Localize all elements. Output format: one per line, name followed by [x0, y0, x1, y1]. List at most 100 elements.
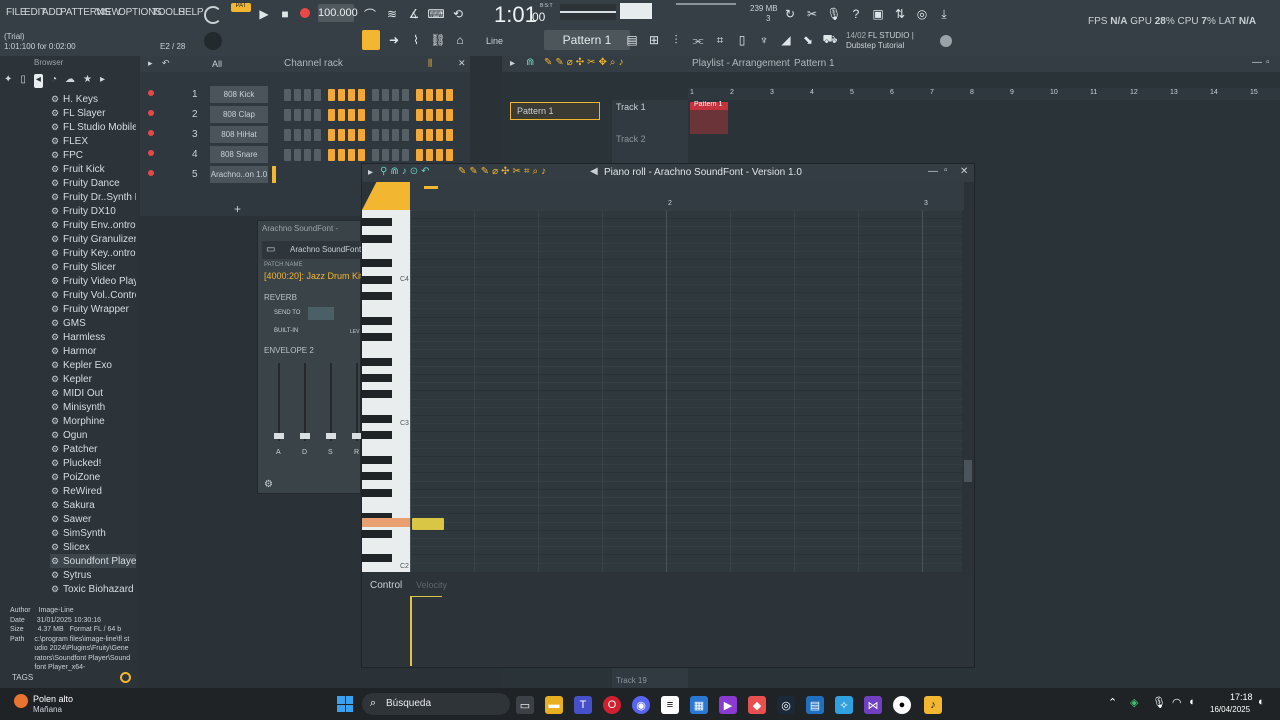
- browser-item[interactable]: ⚙Fruity Dr..Synth Live: [50, 190, 136, 204]
- step-button[interactable]: [294, 129, 301, 141]
- step-button[interactable]: [358, 109, 365, 121]
- browser-item[interactable]: ⚙ Plucked!: [50, 456, 136, 470]
- channel-rack-view-icon[interactable]: ▤: [622, 30, 642, 50]
- step-button[interactable]: [426, 89, 433, 101]
- stop-icon[interactable]: ■: [275, 4, 295, 24]
- channel-number[interactable]: 4: [192, 149, 198, 160]
- track-1[interactable]: Track 1: [616, 102, 646, 112]
- step-button[interactable]: [416, 89, 423, 101]
- browser-item[interactable]: ⚙ Ogun: [50, 428, 136, 442]
- save-icon[interactable]: ▣: [868, 4, 888, 24]
- step-button[interactable]: [348, 129, 355, 141]
- mute-led-icon[interactable]: [148, 170, 154, 176]
- close-icon[interactable]: ✕: [458, 58, 466, 69]
- snap-mode[interactable]: Line: [486, 36, 503, 46]
- browser-view-icon[interactable]: ⫘: [688, 30, 708, 50]
- built-in-label[interactable]: BUILT-IN: [274, 328, 298, 334]
- mute-led-icon[interactable]: [148, 130, 154, 136]
- task-view-icon[interactable]: ▭: [516, 696, 534, 714]
- browser-item[interactable]: ⚙ Minisynth: [50, 400, 136, 414]
- adsr-slider-track[interactable]: [304, 363, 306, 441]
- step-button[interactable]: [304, 129, 311, 141]
- restore-icon[interactable]: ▫: [1266, 57, 1270, 68]
- playlist-view-icon[interactable]: [362, 30, 380, 50]
- loop-record-icon[interactable]: ⟲: [448, 4, 468, 24]
- step-button[interactable]: [304, 89, 311, 101]
- step-button[interactable]: [328, 109, 335, 121]
- browser-item[interactable]: ⚙Fruity Key..ontroller: [50, 246, 136, 260]
- channel-number[interactable]: 3: [192, 129, 198, 140]
- master-volume-knob[interactable]: [204, 32, 222, 50]
- step-button[interactable]: [328, 149, 335, 161]
- channel-name-button[interactable]: 808 Clap: [210, 106, 268, 123]
- menu-arrow-icon[interactable]: ▸: [510, 58, 515, 69]
- vertical-scrollbar[interactable]: [962, 210, 974, 572]
- speaker-icon[interactable]: ◀: [590, 166, 598, 177]
- windows-start-icon[interactable]: [337, 696, 353, 712]
- track-19[interactable]: Track 19: [616, 676, 647, 685]
- fl-studio-icon[interactable]: ♪: [924, 696, 942, 714]
- close-icon[interactable]: ✕: [960, 166, 968, 177]
- tree-view-icon[interactable]: ⌗: [710, 30, 730, 50]
- black-key[interactable]: [362, 316, 392, 325]
- step-button[interactable]: [314, 89, 321, 101]
- black-key[interactable]: [362, 472, 392, 481]
- step-button[interactable]: [436, 109, 443, 121]
- calendar-icon[interactable]: ▤: [806, 696, 824, 714]
- send-to-field[interactable]: [308, 307, 334, 320]
- step-button[interactable]: [402, 109, 409, 121]
- pattern-list-item[interactable]: Pattern 1: [510, 102, 600, 120]
- step-button[interactable]: [446, 149, 453, 161]
- velocity-bar[interactable]: [410, 596, 412, 666]
- star-icon[interactable]: ★: [83, 74, 92, 88]
- step-button[interactable]: [348, 89, 355, 101]
- step-button[interactable]: [348, 109, 355, 121]
- black-key[interactable]: [362, 333, 392, 341]
- channel-number[interactable]: 5: [192, 169, 198, 180]
- browser-item[interactable]: ⚙ Fruity DX10: [50, 204, 136, 218]
- stamp-icon[interactable]: ⌂: [450, 30, 470, 50]
- search-icon[interactable]: [120, 672, 131, 683]
- control-label[interactable]: Control: [370, 580, 402, 591]
- browser-item[interactable]: ⚙ Harmor: [50, 344, 136, 358]
- browser-item[interactable]: ⚙ Sakura: [50, 498, 136, 512]
- collapse-icon[interactable]: ✦: [4, 74, 12, 88]
- black-key[interactable]: [362, 275, 392, 284]
- note-grid[interactable]: [410, 210, 962, 572]
- browser-item[interactable]: ⚙ FLEX: [50, 134, 136, 148]
- black-key[interactable]: [362, 390, 392, 399]
- mute-led-icon[interactable]: [148, 110, 154, 116]
- step-button[interactable]: [314, 129, 321, 141]
- search-box[interactable]: ⌕ Búsqueda: [362, 693, 510, 715]
- pat-mode-button[interactable]: PAT: [231, 3, 251, 12]
- browser-item[interactable]: ⚙ Toxic Biohazard: [50, 582, 136, 596]
- step-button[interactable]: [294, 149, 301, 161]
- patch-name[interactable]: [4000:20]: Jazz Drum Kit: [264, 271, 363, 281]
- menu-arrow-icon[interactable]: ▸: [148, 58, 153, 69]
- countdown-icon[interactable]: ≋: [382, 4, 402, 24]
- browser-item[interactable]: ⚙ Fruit Kick: [50, 162, 136, 176]
- browser-item[interactable]: ⚙ Fruity Granulizer: [50, 232, 136, 246]
- browser-item[interactable]: ⚙ SimSynth: [50, 526, 136, 540]
- channel-name-button[interactable]: 808 Kick: [210, 86, 268, 103]
- master-pitch-icon[interactable]: [204, 6, 222, 24]
- browser-item[interactable]: ⚙ Sawer: [50, 512, 136, 526]
- volume-icon[interactable]: ◖: [1188, 696, 1195, 708]
- black-key[interactable]: [362, 554, 392, 563]
- step-button[interactable]: [358, 149, 365, 161]
- plugin-icon[interactable]: ⇅: [890, 4, 910, 24]
- play-icon[interactable]: ▶: [254, 4, 274, 24]
- step-button[interactable]: [338, 129, 345, 141]
- download-icon[interactable]: ⤓: [934, 4, 954, 24]
- step-button[interactable]: [382, 89, 389, 101]
- chat-icon[interactable]: ◎: [912, 4, 932, 24]
- playlist-tools[interactable]: ✎✎⌀✣✂✥⌕♪: [544, 57, 627, 68]
- black-key[interactable]: [362, 529, 392, 538]
- browser-item[interactable]: ⚙ Kepler: [50, 372, 136, 386]
- step-button[interactable]: [328, 89, 335, 101]
- piano-roll-tools-1[interactable]: ⚲⋒♪⊙↶: [380, 166, 432, 177]
- black-key[interactable]: [362, 488, 392, 497]
- microphone-icon[interactable]: 🎙: [824, 4, 844, 24]
- pattern-clip[interactable]: Pattern 1: [690, 101, 728, 134]
- step-button[interactable]: [392, 109, 399, 121]
